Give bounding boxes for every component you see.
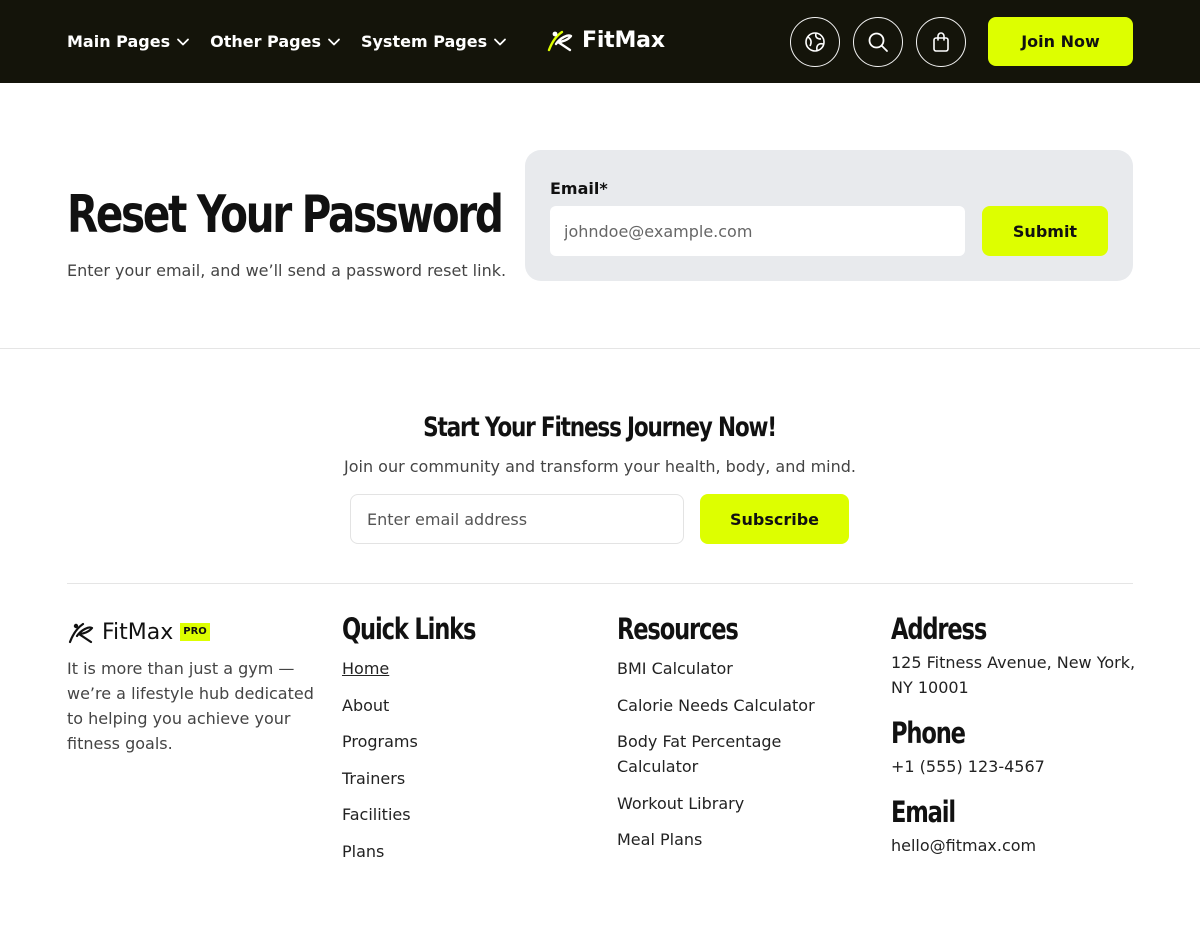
brand-logo[interactable]: FitMax — [546, 26, 665, 54]
pro-badge: PRO — [180, 623, 210, 641]
footer-link-bmi-calculator[interactable]: BMI Calculator — [617, 656, 837, 681]
address-title: Address — [891, 612, 987, 646]
page-subtitle: Enter your email, and we’ll send a passw… — [67, 261, 507, 280]
newsletter-email-input[interactable] — [350, 494, 684, 544]
email-label: Email* — [550, 179, 608, 198]
address-text: 125 Fitness Avenue, New York, NY 10001 — [891, 653, 1136, 697]
globe-icon — [805, 32, 825, 52]
footer-link-facilities[interactable]: Facilities — [342, 802, 513, 827]
footer-link-body-fat-calculator[interactable]: Body Fat Percentage Calculator — [617, 729, 837, 779]
footer-link-workout-library[interactable]: Workout Library — [617, 791, 837, 816]
chevron-down-icon — [494, 38, 507, 45]
fitmax-logo-icon — [68, 622, 94, 644]
search-icon — [868, 32, 888, 52]
menu-label: System Pages — [360, 32, 488, 51]
chevron-down-icon — [328, 38, 340, 45]
newsletter-subtitle: Join our community and transform your he… — [343, 457, 857, 476]
phone-text[interactable]: +1 (555) 123-4567 — [891, 754, 1136, 779]
brand-name: FitMax — [582, 27, 665, 53]
footer-link-plans[interactable]: Plans — [342, 839, 513, 864]
menu-main-pages[interactable]: Main Pages — [67, 32, 190, 51]
resources-list: BMI Calculator Calorie Needs Calculator … — [617, 656, 837, 852]
join-now-button[interactable]: Join Now — [988, 17, 1133, 66]
address-block: Address 125 Fitness Avenue, New York, NY… — [891, 612, 1136, 700]
menu-label: Other Pages — [210, 32, 321, 51]
page-title: Reset Your Password — [67, 185, 504, 245]
phone-block: Phone +1 (555) 123-4567 — [891, 716, 1136, 779]
subscribe-button[interactable]: Subscribe — [700, 494, 849, 544]
quick-links-title: Quick Links — [342, 612, 477, 646]
footer-link-calorie-calculator[interactable]: Calorie Needs Calculator — [617, 693, 837, 718]
language-button[interactable] — [790, 17, 840, 67]
footer-link-programs[interactable]: Programs — [342, 729, 513, 754]
menu-system-pages[interactable]: System Pages — [361, 32, 507, 51]
main-menu: Main Pages Other Pages System Pages — [67, 0, 507, 83]
resources-column: Resources BMI Calculator Calorie Needs C… — [617, 612, 837, 864]
footer-brand-name: FitMax — [102, 619, 174, 645]
top-navbar: Main Pages Other Pages System Pages FitM… — [0, 0, 1200, 83]
footer-link-about[interactable]: About — [342, 693, 513, 718]
reset-email-input[interactable] — [550, 206, 965, 256]
menu-other-pages[interactable]: Other Pages — [210, 32, 341, 51]
section-divider — [0, 348, 1200, 349]
cart-button[interactable] — [916, 17, 966, 67]
footer-link-home[interactable]: Home — [342, 656, 513, 681]
footer-description: It is more than just a gym — we’re a lif… — [67, 659, 314, 753]
email-text[interactable]: hello@fitmax.com — [891, 833, 1136, 858]
newsletter-title-wrap: Start Your Fitness Journey Now! — [0, 412, 1200, 443]
phone-title: Phone — [891, 716, 966, 750]
chevron-down-icon — [177, 38, 189, 45]
email-title: Email — [891, 795, 956, 829]
quick-links-column: Quick Links Home About Programs Trainers… — [342, 612, 513, 876]
footer-link-trainers[interactable]: Trainers — [342, 766, 513, 791]
quick-links-list: Home About Programs Trainers Facilities … — [342, 656, 513, 864]
footer-divider — [67, 583, 1133, 584]
footer-link-meal-plans[interactable]: Meal Plans — [617, 827, 837, 852]
footer-brand[interactable]: FitMax PRO — [67, 618, 210, 646]
email-block: Email hello@fitmax.com — [891, 795, 1136, 858]
resources-title: Resources — [617, 612, 739, 646]
search-button[interactable] — [853, 17, 903, 67]
shopping-bag-icon — [933, 32, 949, 52]
newsletter-title: Start Your Fitness Journey Now! — [423, 412, 778, 443]
nav-icon-group — [790, 17, 966, 67]
reset-password-form: Email* Submit — [525, 150, 1133, 281]
submit-button[interactable]: Submit — [982, 206, 1108, 256]
menu-label: Main Pages — [67, 32, 171, 51]
fitmax-logo-icon — [547, 30, 573, 52]
